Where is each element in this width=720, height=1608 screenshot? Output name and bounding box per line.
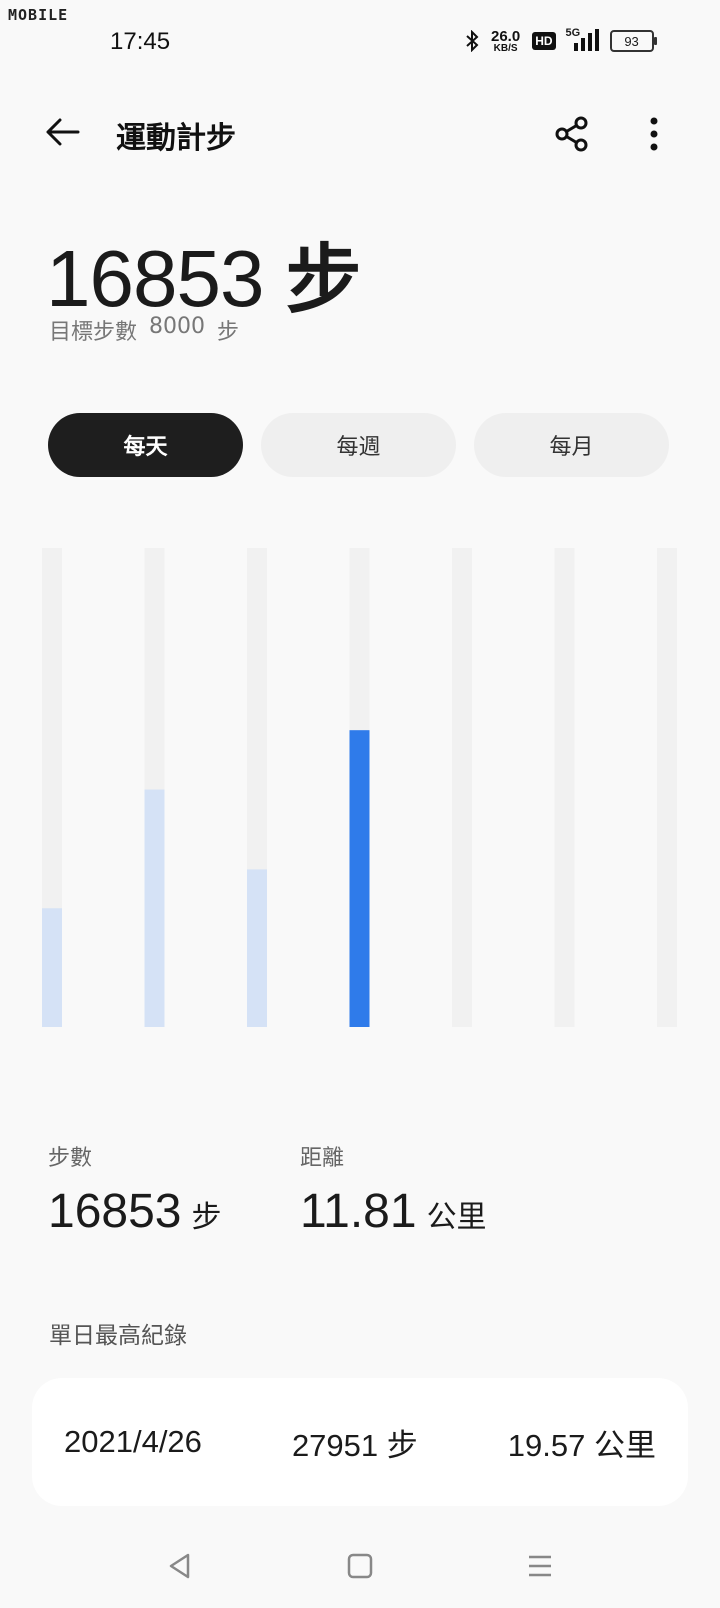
tab-weekly[interactable]: 每週: [261, 413, 456, 477]
step-goal: 目標步數 8000 步: [49, 314, 239, 346]
share-icon: [555, 116, 588, 152]
record-card: 2021/4/26 27951 步 19.57 公里: [32, 1378, 688, 1506]
network-speed-unit: KB/S: [493, 42, 518, 54]
share-button[interactable]: [550, 112, 594, 156]
distance-stat: 距離 11.81 公里: [300, 1140, 487, 1239]
steps-stat: 步數 16853 步: [48, 1140, 221, 1239]
steps-stat-label: 步數: [48, 1146, 93, 1171]
arrow-left-icon: [46, 118, 80, 146]
battery-level: 93: [624, 33, 639, 49]
total-steps-value: 16853: [46, 234, 264, 323]
total-steps: 16853 步: [46, 218, 361, 328]
battery-icon: 93: [609, 30, 657, 52]
distance-stat-value: 11.81: [300, 1185, 417, 1238]
page-title: 運動計步: [116, 121, 236, 156]
record-steps: 27951 步: [291, 1427, 418, 1463]
total-steps-unit: 步: [285, 235, 362, 324]
chart-bar[interactable]: [349, 730, 370, 1027]
record-title: 單日最高紀錄: [49, 1323, 187, 1349]
status-time: 17:45: [110, 28, 171, 55]
steps-stat-value: 16853: [48, 1185, 182, 1238]
tab-monthly[interactable]: 每月: [474, 413, 669, 477]
network-speed: 26.0 KB/S: [491, 29, 520, 54]
record-distance: 19.57 公里: [507, 1427, 656, 1463]
goal-label: 目標步數: [49, 320, 138, 345]
back-button[interactable]: [40, 110, 84, 154]
network-type: 5G: [565, 27, 581, 39]
nav-back-button[interactable]: [160, 1546, 200, 1586]
more-vertical-icon: [650, 117, 658, 151]
chart-track: [554, 548, 575, 1027]
steps-stat-unit: 步: [191, 1200, 222, 1235]
chart-track: [657, 548, 677, 1027]
distance-stat-label: 距離: [300, 1146, 345, 1171]
goal-unit: 步: [217, 320, 240, 345]
status-icons: 26.0 KB/S HD 5G 93: [465, 26, 657, 56]
goal-value: 8000: [149, 314, 206, 339]
signal-icon: 5G: [565, 27, 599, 53]
triangle-back-icon: [169, 1553, 190, 1579]
tab-daily[interactable]: 每天: [48, 413, 243, 477]
bluetooth-icon: [466, 30, 479, 52]
watermark-logo: MOBILE: [8, 6, 69, 24]
chart-bar[interactable]: [144, 789, 165, 1027]
nav-home-button[interactable]: [340, 1546, 380, 1586]
square-home-icon: [347, 1553, 373, 1579]
distance-stat-unit: 公里: [426, 1200, 487, 1235]
chart-bar[interactable]: [247, 869, 267, 1027]
daily-steps-chart: 1/281/291/30今日: [42, 548, 677, 1027]
chart-track: [452, 548, 472, 1027]
network-speed-value: 26.0: [491, 27, 521, 45]
hd-badge: HD: [532, 32, 556, 50]
more-options-button[interactable]: [636, 112, 672, 156]
chart-bar[interactable]: [42, 908, 62, 1027]
record-date: 2021/4/26: [64, 1424, 202, 1459]
hamburger-menu-icon: [529, 1555, 551, 1577]
period-tabs: 每天 每週 每月: [48, 413, 669, 477]
nav-menu-button[interactable]: [520, 1546, 560, 1586]
